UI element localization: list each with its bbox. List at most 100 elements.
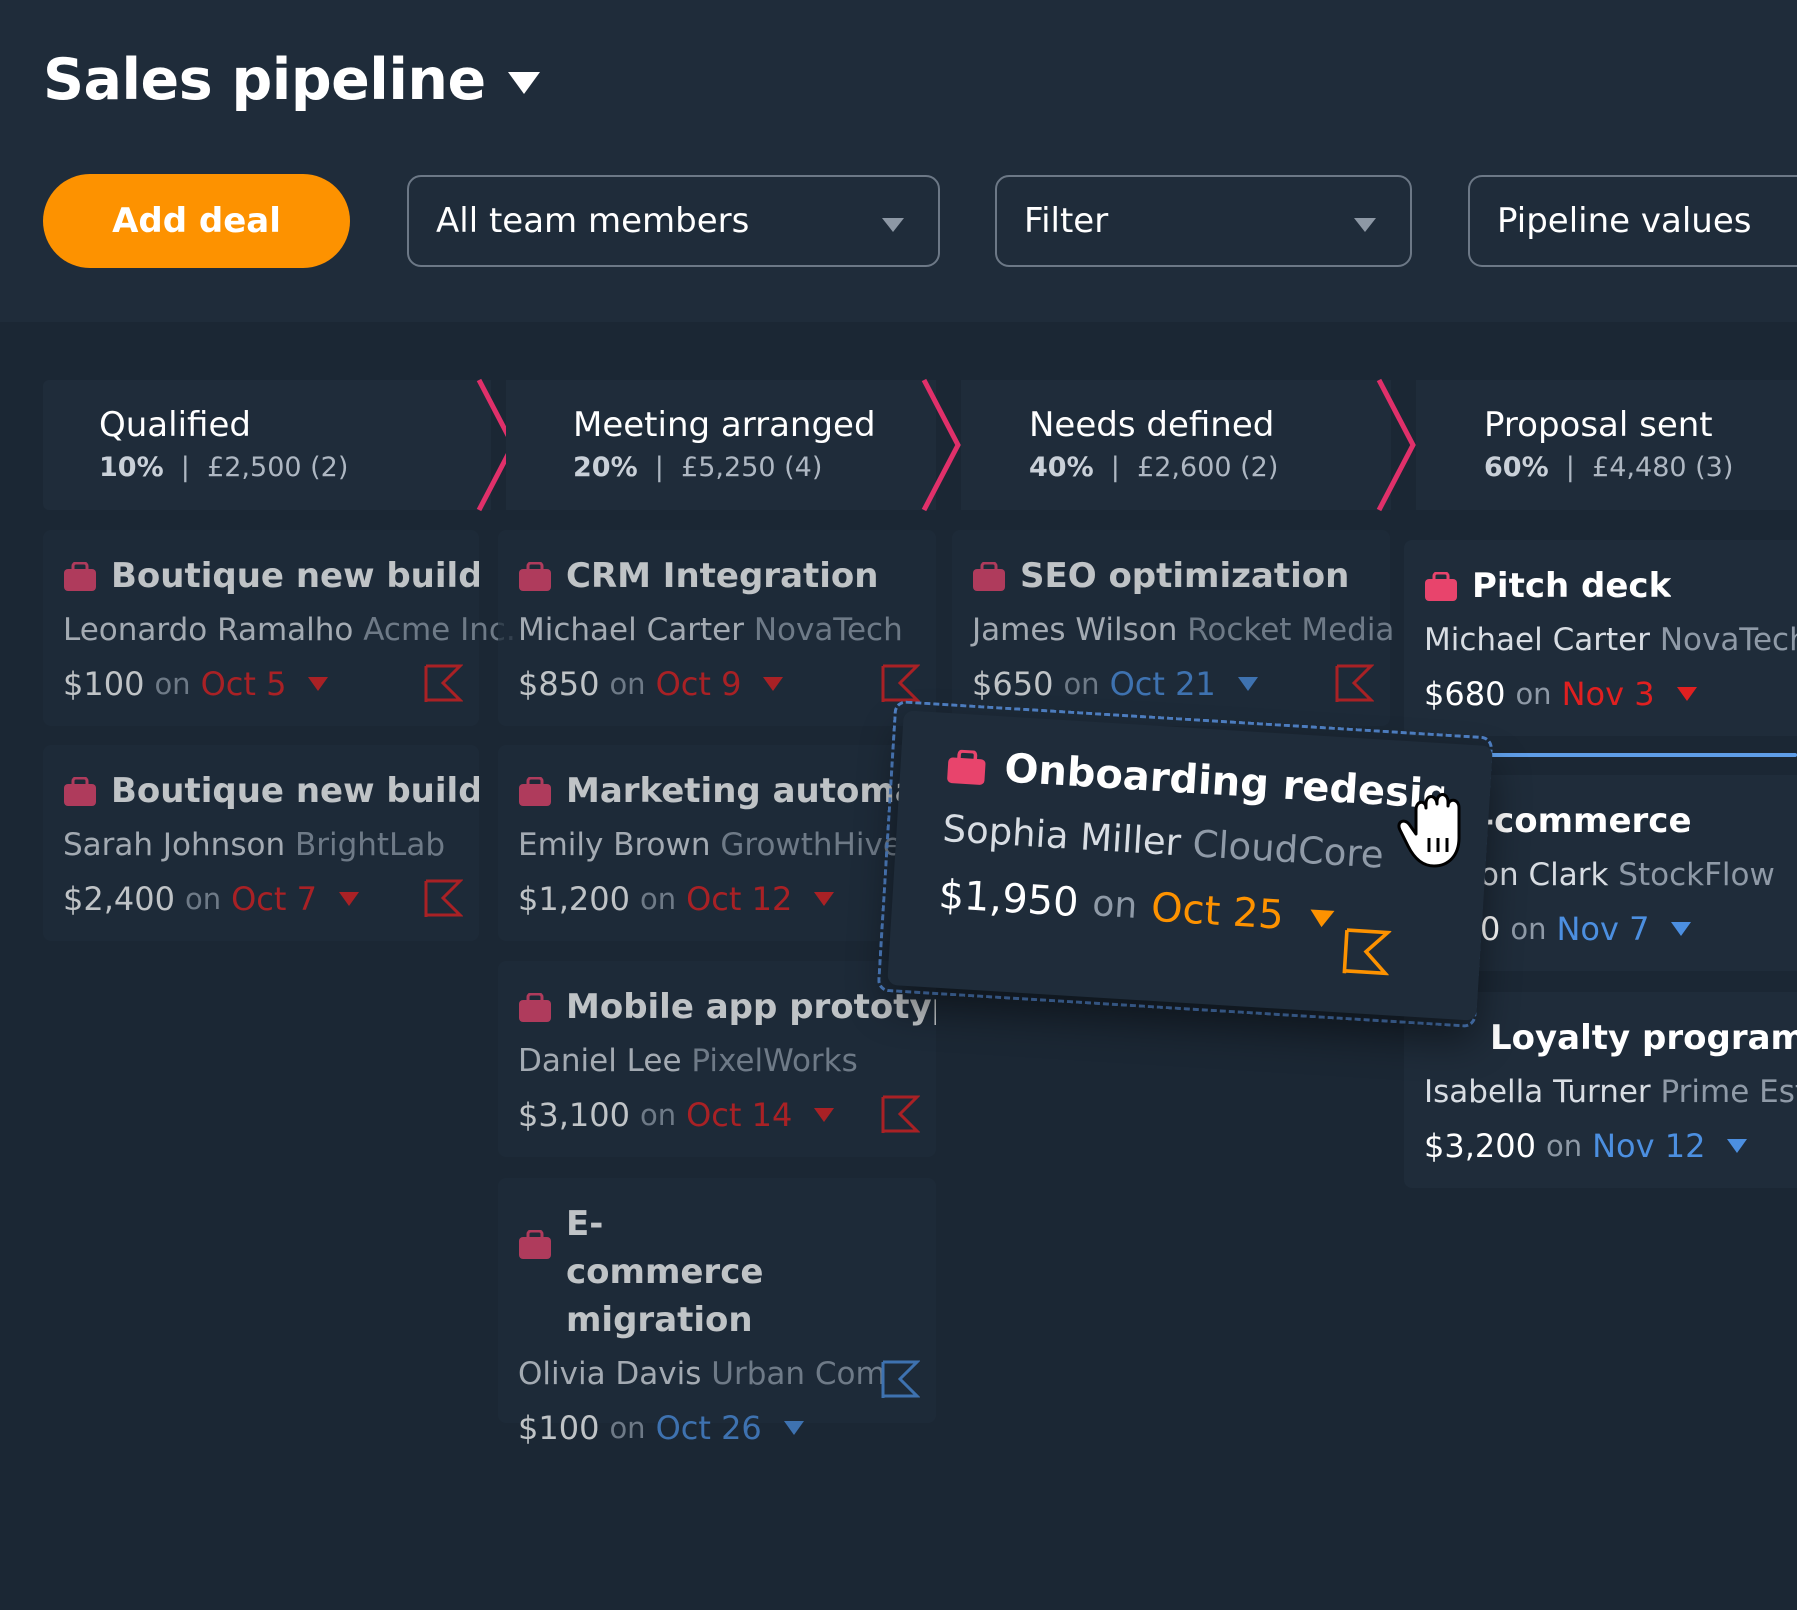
deal-person: Leonardo Ramalho bbox=[63, 612, 354, 648]
stage-qualified[interactable]: Qualified 10% | £2,500 (2) bbox=[43, 378, 516, 512]
deal-title: Pitch deck bbox=[1472, 566, 1672, 606]
briefcase-icon bbox=[1425, 572, 1457, 601]
deal-org: Acme Inc. bbox=[363, 612, 516, 648]
chevron-down-icon[interactable] bbox=[814, 1108, 835, 1122]
stage-meta: 20% | £5,250 (4) bbox=[573, 452, 823, 483]
chevron-down-icon bbox=[1354, 218, 1376, 232]
team-members-select[interactable]: All team members bbox=[407, 175, 940, 267]
stage-meeting-arranged[interactable]: Meeting arranged 20% | £5,250 (4) bbox=[506, 378, 961, 512]
deal-amount: $650 bbox=[972, 665, 1054, 703]
deal-person: Isabella Turner bbox=[1424, 1074, 1651, 1110]
team-members-select-value: All team members bbox=[436, 201, 750, 241]
deal-date: Oct 12 bbox=[686, 880, 793, 918]
flag-icon[interactable] bbox=[880, 664, 920, 704]
deal-amount: $680 bbox=[1424, 675, 1506, 713]
deal-amount: $1,200 bbox=[518, 880, 630, 918]
deal-person: Michael Carter bbox=[518, 612, 744, 648]
stage-meta: 40% | £2,600 (2) bbox=[1029, 452, 1279, 483]
stage-needs-defined[interactable]: Needs defined 40% | £2,600 (2) bbox=[961, 378, 1416, 512]
deal-date: Oct 9 bbox=[655, 665, 742, 703]
flag-icon[interactable] bbox=[423, 879, 463, 919]
deal-title: Loyalty program bbox=[1490, 1018, 1797, 1058]
chevron-down-icon[interactable] bbox=[308, 677, 329, 691]
flag-icon[interactable] bbox=[423, 664, 463, 704]
flag-icon[interactable] bbox=[1341, 927, 1392, 978]
deal-title: CRM Integration bbox=[566, 556, 879, 596]
deal-person: Sarah Johnson bbox=[63, 827, 286, 863]
deal-card[interactable]: SEO optimization James Wilson Rocket Med… bbox=[952, 530, 1394, 726]
flag-icon[interactable] bbox=[880, 1095, 920, 1135]
flag-icon[interactable] bbox=[880, 1360, 920, 1400]
filter-select-value: Filter bbox=[1024, 201, 1109, 241]
pipeline-values-select[interactable]: Pipeline values bbox=[1468, 175, 1797, 267]
deal-person: Olivia Davis bbox=[518, 1356, 702, 1392]
filter-select[interactable]: Filter bbox=[995, 175, 1412, 267]
deal-date: Nov 12 bbox=[1592, 1127, 1706, 1165]
stage-name: Proposal sent bbox=[1484, 405, 1713, 445]
deal-person: on Clark bbox=[1480, 857, 1609, 893]
deal-date: Oct 14 bbox=[686, 1096, 793, 1134]
deal-date: Oct 26 bbox=[655, 1409, 762, 1447]
pipeline-title[interactable]: Sales pipeline bbox=[43, 40, 540, 120]
briefcase-icon bbox=[947, 749, 986, 785]
deal-org: GrowthHive bbox=[720, 827, 902, 863]
chevron-down-icon[interactable] bbox=[1671, 922, 1692, 936]
deal-date: Oct 5 bbox=[200, 665, 287, 703]
stage-name: Qualified bbox=[99, 405, 251, 445]
stage-chevron-icon bbox=[1376, 378, 1416, 512]
flag-icon[interactable] bbox=[1334, 664, 1374, 704]
pipeline-title-text: Sales pipeline bbox=[43, 47, 486, 113]
deal-card[interactable]: Pitch deck Michael Carter NovaTech $680 o… bbox=[1404, 540, 1797, 736]
chevron-down-icon[interactable] bbox=[1309, 908, 1335, 928]
deal-person: Michael Carter bbox=[1424, 622, 1650, 658]
deal-title: Marketing automatic bbox=[566, 771, 936, 811]
chevron-down-icon[interactable] bbox=[783, 1421, 804, 1435]
deal-amount: $2,400 bbox=[63, 880, 175, 918]
deal-date: Oct 7 bbox=[231, 880, 317, 918]
deal-amount: $1,950 bbox=[937, 871, 1080, 927]
briefcase-icon bbox=[64, 562, 96, 591]
deal-date: Oct 25 bbox=[1149, 884, 1286, 939]
deal-card[interactable]: CRM Integration Michael Carter NovaTech … bbox=[498, 530, 936, 726]
chevron-down-icon[interactable] bbox=[338, 892, 359, 906]
deal-card[interactable]: Boutique new build Sarah Johnson BrightL… bbox=[43, 745, 479, 941]
stage-meta: 60% | £4,480 (3) bbox=[1484, 452, 1734, 483]
deal-amount: $850 bbox=[518, 665, 600, 703]
deal-org: Urban Com bbox=[711, 1356, 886, 1392]
chevron-down-icon bbox=[882, 218, 904, 232]
deal-card[interactable]: Boutique new build Leonardo Ramalho Acme… bbox=[43, 530, 516, 726]
deal-person: Sophia Miller bbox=[941, 806, 1183, 865]
briefcase-icon bbox=[64, 777, 96, 806]
deal-org: StockFlow bbox=[1618, 857, 1775, 893]
deal-amount: $3,100 bbox=[518, 1096, 630, 1134]
deal-card[interactable]: Marketing automatic Emily Brown GrowthHi… bbox=[498, 745, 936, 941]
deal-amount: $3,200 bbox=[1424, 1127, 1536, 1165]
deal-title: Boutique new build bbox=[111, 556, 479, 596]
briefcase-icon bbox=[519, 562, 551, 591]
add-deal-button[interactable]: Add deal bbox=[43, 174, 350, 268]
chevron-down-icon[interactable] bbox=[1676, 687, 1697, 701]
chevron-down-icon[interactable] bbox=[1237, 677, 1258, 691]
chevron-down-icon bbox=[507, 72, 540, 94]
deal-card[interactable]: Mobile app prototype Daniel Lee PixelWor… bbox=[498, 961, 936, 1157]
deal-org: NovaTech bbox=[1659, 622, 1797, 658]
deal-org: PixelWorks bbox=[691, 1043, 858, 1079]
deal-org: Rocket Media bbox=[1187, 612, 1395, 648]
deal-person: Emily Brown bbox=[518, 827, 711, 863]
briefcase-icon bbox=[973, 562, 1005, 591]
deal-person: James Wilson bbox=[972, 612, 1178, 648]
briefcase-icon bbox=[519, 1230, 551, 1259]
deal-title: E-commerce migration bbox=[566, 1204, 764, 1340]
deal-card[interactable]: E-commerce migration Olivia Davis Urban … bbox=[498, 1178, 936, 1447]
deal-amount: $100 bbox=[63, 665, 145, 703]
stage-chevron-icon bbox=[921, 378, 961, 512]
briefcase-icon bbox=[519, 993, 551, 1022]
pipeline-values-select-value: Pipeline values bbox=[1497, 201, 1752, 241]
deal-title: -commerce bbox=[1480, 801, 1692, 841]
chevron-down-icon[interactable] bbox=[1727, 1139, 1748, 1153]
deal-person: Daniel Lee bbox=[518, 1043, 682, 1079]
hand-grab-cursor-icon bbox=[1397, 793, 1461, 868]
chevron-down-icon[interactable] bbox=[814, 892, 835, 906]
chevron-down-icon[interactable] bbox=[763, 677, 784, 691]
stage-proposal-sent[interactable]: Proposal sent 60% | £4,480 (3) bbox=[1416, 380, 1797, 510]
